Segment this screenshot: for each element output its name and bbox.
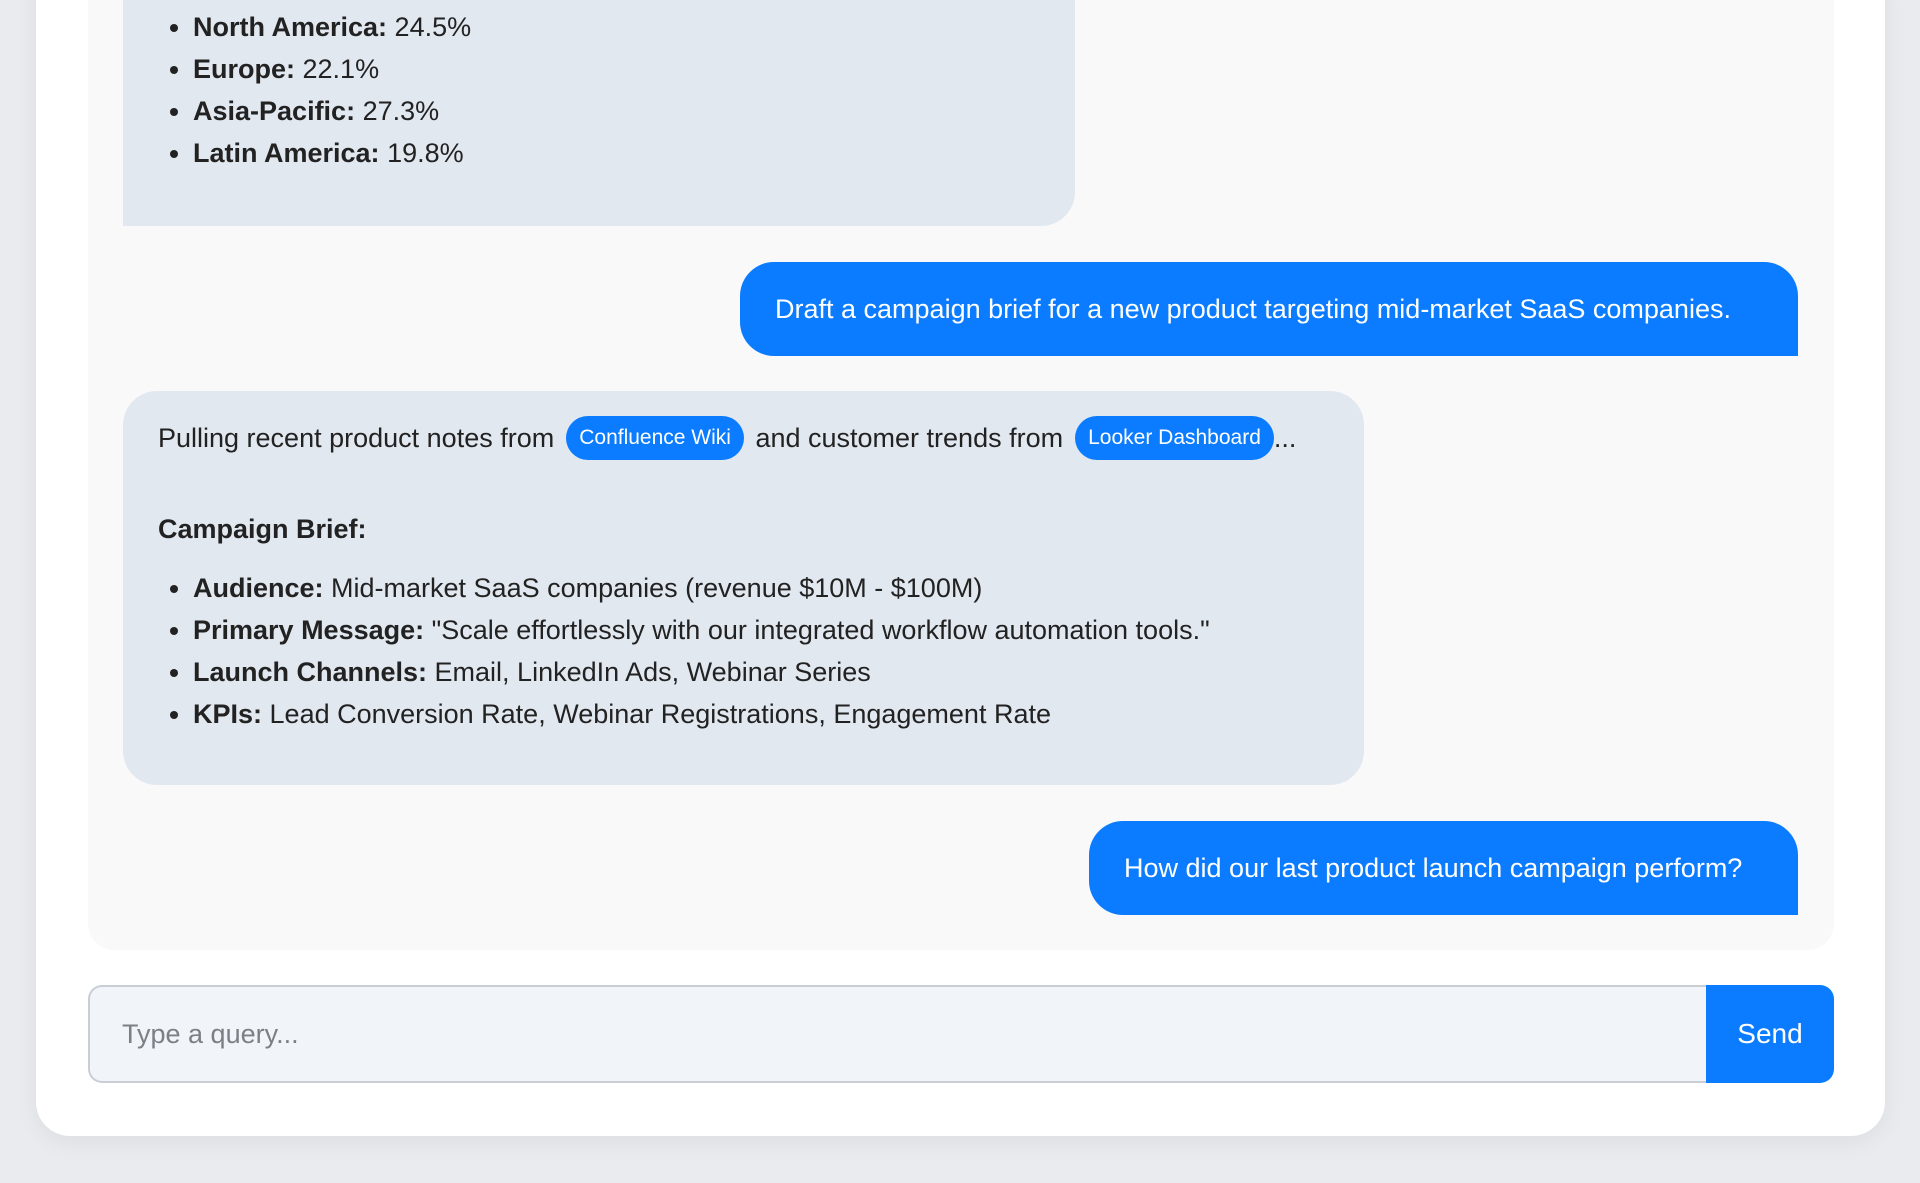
query-input[interactable] bbox=[88, 985, 1706, 1083]
regions-list: North America: 24.5% Europe: 22.1% Asia-… bbox=[158, 6, 1040, 174]
item-value: "Scale effortlessly with our integrated … bbox=[424, 614, 1210, 645]
list-item: North America: 24.5% bbox=[193, 6, 1040, 48]
item-value: 22.1% bbox=[295, 54, 380, 84]
brief-heading: Campaign Brief: bbox=[158, 513, 367, 544]
item-label: North America: bbox=[193, 12, 388, 42]
item-value: Email, LinkedIn Ads, Webinar Series bbox=[427, 656, 871, 687]
item-value: 24.5% bbox=[387, 12, 472, 42]
message-text: Draft a campaign brief for a new product… bbox=[775, 294, 1731, 324]
brief-list: Audience: Mid-market SaaS companies (rev… bbox=[158, 567, 1329, 735]
item-label: Primary Message: bbox=[193, 614, 425, 645]
source-tag-confluence[interactable]: Confluence Wiki bbox=[566, 415, 744, 460]
list-item: KPIs: Lead Conversion Rate, Webinar Regi… bbox=[193, 693, 1329, 735]
composer: Send bbox=[88, 985, 1834, 1083]
list-item: Asia-Pacific: 27.3% bbox=[193, 90, 1040, 132]
chat-window: North America: 24.5% Europe: 22.1% Asia-… bbox=[88, 0, 1834, 950]
brief-intro: Pulling recent product notes from Conflue… bbox=[158, 415, 1329, 462]
user-message-last-campaign: How did our last product launch campaign… bbox=[1089, 821, 1798, 915]
item-label: Launch Channels: bbox=[193, 656, 428, 687]
item-label: Audience: bbox=[193, 572, 324, 603]
send-button[interactable]: Send bbox=[1706, 985, 1834, 1083]
list-item: Europe: 22.1% bbox=[193, 48, 1040, 90]
item-value: 27.3% bbox=[355, 96, 440, 126]
assistant-message-campaign-brief: Pulling recent product notes from Conflue… bbox=[123, 391, 1364, 785]
item-value: Mid-market SaaS companies (revenue $10M … bbox=[323, 572, 983, 603]
list-item: Launch Channels: Email, LinkedIn Ads, We… bbox=[193, 651, 1329, 693]
item-label: Latin America: bbox=[193, 138, 380, 168]
item-label: KPIs: bbox=[193, 698, 263, 729]
item-label: Europe: bbox=[193, 54, 296, 84]
assistant-message-regions: North America: 24.5% Europe: 22.1% Asia-… bbox=[123, 0, 1075, 226]
user-message-campaign-request: Draft a campaign brief for a new product… bbox=[740, 262, 1798, 356]
intro-suffix: ... bbox=[1273, 423, 1297, 453]
item-label: Asia-Pacific: bbox=[193, 96, 356, 126]
message-text: How did our last product launch campaign… bbox=[1124, 853, 1743, 883]
item-value: 19.8% bbox=[379, 138, 464, 168]
item-value: Lead Conversion Rate, Webinar Registrati… bbox=[262, 698, 1051, 729]
list-item: Audience: Mid-market SaaS companies (rev… bbox=[193, 567, 1329, 609]
intro-prefix: Pulling recent product notes from bbox=[158, 423, 555, 453]
intro-middle: and customer trends from bbox=[755, 423, 1064, 453]
source-tag-looker[interactable]: Looker Dashboard bbox=[1075, 415, 1274, 460]
list-item: Primary Message: "Scale effortlessly wit… bbox=[193, 609, 1329, 651]
list-item: Latin America: 19.8% bbox=[193, 132, 1040, 174]
